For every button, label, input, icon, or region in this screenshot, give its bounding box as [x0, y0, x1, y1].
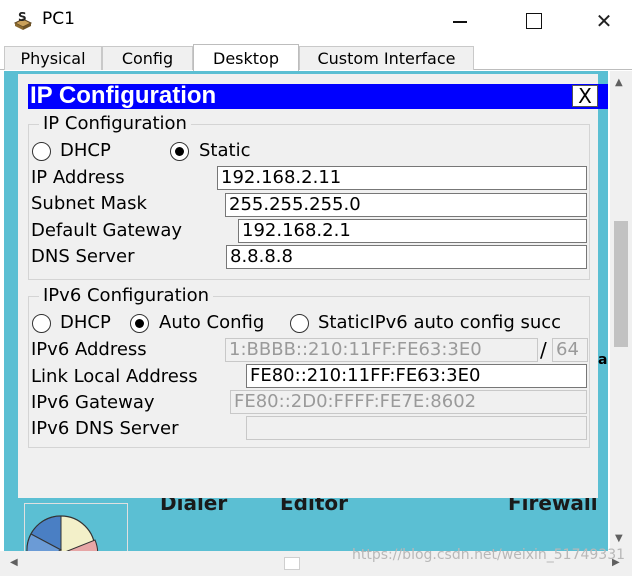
- tab-physical[interactable]: Physical: [4, 46, 102, 70]
- ipv6-gateway-label: IPv6 Gateway: [31, 392, 155, 413]
- desktop-app-tile[interactable]: [24, 503, 128, 553]
- ip-configuration-dialog: IP Configuration X IP Configuration DHCP…: [18, 74, 608, 498]
- dns-server-label: DNS Server: [31, 246, 135, 267]
- tab-bar: Physical Config Desktop Custom Interface: [0, 44, 632, 71]
- subnet-mask-input[interactable]: 255.255.255.0: [225, 193, 587, 217]
- scroll-down-icon[interactable]: ▼: [615, 533, 623, 544]
- svg-text:S: S: [18, 10, 27, 24]
- minimize-icon: [453, 21, 467, 23]
- tab-desktop[interactable]: Desktop: [193, 44, 299, 71]
- scroll-up-icon[interactable]: ▲: [615, 77, 623, 88]
- ipv6-dhcp-label[interactable]: DHCP: [60, 312, 111, 333]
- maximize-icon: [526, 13, 542, 29]
- dns-server-input[interactable]: 8.8.8.8: [226, 245, 587, 269]
- packet-tracer-pc-icon: S: [12, 9, 34, 31]
- subnet-mask-label: Subnet Mask: [31, 193, 147, 214]
- ipv6-static-radio[interactable]: [290, 314, 309, 333]
- ipv6-gateway-input[interactable]: FE80::2D0:FFFF:FE7E:8602: [230, 390, 587, 414]
- prefix-separator: /: [540, 338, 547, 362]
- ipv4-static-label[interactable]: Static: [199, 140, 250, 161]
- horizontal-scroll-thumb[interactable]: [284, 557, 300, 570]
- default-gateway-input[interactable]: 192.168.2.1: [238, 219, 587, 243]
- link-local-address-label: Link Local Address: [31, 366, 198, 387]
- ipv4-dhcp-radio[interactable]: [32, 142, 51, 161]
- watermark: https://blog.csdn.net/weixin_51749331: [352, 547, 626, 563]
- ipv4-group-legend: IP Configuration: [39, 113, 191, 134]
- dialog-title: IP Configuration: [30, 82, 217, 109]
- ipv6-address-input[interactable]: 1:BBBB::210:11FF:FE63:3E0: [225, 338, 538, 362]
- desktop-edge-glyph: a: [598, 352, 608, 368]
- dialog-titlebar: IP Configuration X: [28, 82, 608, 109]
- ipv6-dns-server-label: IPv6 DNS Server: [31, 418, 179, 439]
- window-title: PC1: [42, 9, 75, 29]
- ipv4-dhcp-label[interactable]: DHCP: [60, 140, 111, 161]
- ipv6-prefix-input[interactable]: 64: [552, 338, 588, 362]
- vertical-scroll-thumb[interactable]: [614, 221, 628, 347]
- default-gateway-label: Default Gateway: [31, 220, 183, 241]
- window-titlebar: S PC1 ✕: [0, 0, 632, 42]
- ipv6-auto-config-radio[interactable]: [130, 314, 149, 333]
- ipv6-address-label: IPv6 Address: [31, 339, 147, 360]
- ipv4-static-radio[interactable]: [170, 142, 189, 161]
- ipv6-dhcp-radio[interactable]: [32, 314, 51, 333]
- ip-address-input[interactable]: 192.168.2.11: [217, 166, 587, 190]
- close-icon: ✕: [595, 9, 613, 33]
- dialog-close-button[interactable]: X: [572, 84, 598, 108]
- ipv6-auto-config-label[interactable]: Auto Config: [159, 312, 264, 333]
- tab-custom-interface[interactable]: Custom Interface: [299, 46, 474, 70]
- ip-address-label: IP Address: [31, 167, 125, 188]
- ipv6-static-label[interactable]: StaticIPv6 auto config succ: [318, 312, 588, 333]
- tab-config[interactable]: Config: [102, 46, 193, 70]
- ipv6-dns-server-input[interactable]: [246, 416, 587, 440]
- ipv6-group-legend: IPv6 Configuration: [39, 285, 214, 306]
- pie-app-icon: [26, 515, 99, 552]
- maximize-button[interactable]: [514, 6, 554, 36]
- link-local-address-input[interactable]: FE80::210:11FF:FE63:3E0: [246, 364, 587, 388]
- minimize-button[interactable]: [440, 6, 480, 36]
- close-window-button[interactable]: ✕: [584, 6, 624, 36]
- vertical-scrollbar[interactable]: ▲ ▼: [610, 71, 632, 551]
- scroll-left-icon[interactable]: ◀: [10, 557, 18, 568]
